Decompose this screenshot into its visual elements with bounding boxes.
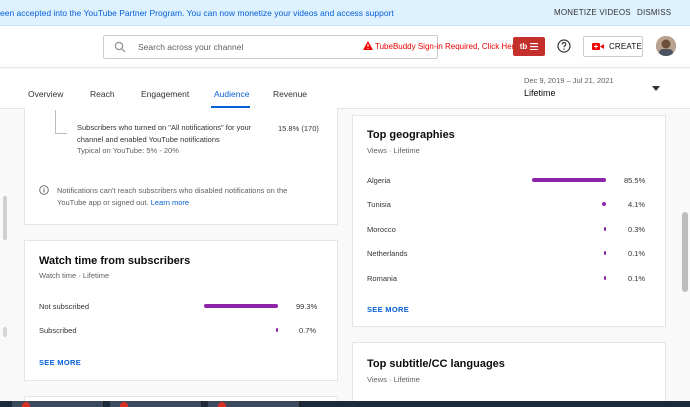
geo-row-label: Netherlands: [367, 249, 408, 258]
tab-engagement[interactable]: Engagement: [141, 89, 189, 99]
subtitles-title: Top subtitle/CC languages: [367, 358, 505, 370]
geo-row-bar: [604, 227, 606, 231]
geo-row-bar: [604, 251, 606, 255]
tree-connector: [55, 110, 67, 134]
watch-row-bar: [276, 328, 278, 332]
tubebuddy-menu-button[interactable]: tb: [513, 37, 545, 56]
watch-time-subtitle: Watch time · Lifetime: [39, 271, 110, 280]
avatar[interactable]: [656, 36, 676, 56]
tab-overview[interactable]: Overview: [28, 89, 63, 99]
chrome-icon: [218, 402, 226, 407]
date-period[interactable]: Lifetime: [524, 88, 556, 98]
tab-audience[interactable]: Audience: [214, 89, 249, 99]
left-panel-scrollbar[interactable]: [3, 196, 7, 240]
notifications-typical: Typical on YouTube: 5% - 20%: [77, 146, 179, 155]
create-button[interactable]: CREATE: [583, 36, 643, 57]
avatar-image: [656, 36, 676, 56]
search-icon: [114, 41, 126, 53]
chrome-icon: [22, 402, 30, 407]
partner-program-banner: een accepted into the YouTube Partner Pr…: [0, 0, 690, 26]
tubebuddy-warning-text: TubeBuddy Sign-in Required, Click Here: [375, 42, 519, 51]
date-range[interactable]: Dec 9, 2019 – Jul 21, 2021: [524, 76, 614, 85]
watch-row-bar: [204, 304, 278, 308]
geo-row-bar: [604, 276, 606, 280]
geo-row-value: 4.1%: [628, 200, 646, 209]
geo-row-label: Algeria: [367, 176, 391, 185]
notifications-description: Subscribers who turned on "All notificat…: [77, 122, 262, 157]
dismiss-button[interactable]: DISMISS: [637, 8, 671, 17]
geo-row-label: Morocco: [367, 225, 396, 234]
video-camera-icon: [592, 43, 604, 50]
watch-time-title: Watch time from subscribers: [39, 255, 191, 267]
notifications-text: Subscribers who turned on "All notificat…: [77, 123, 252, 144]
tubebuddy-logo: tb: [519, 42, 528, 51]
watch-row-label: Subscribed: [39, 326, 77, 335]
geo-row-value: 0.1%: [628, 249, 646, 258]
geographies-title: Top geographies: [367, 129, 455, 141]
info-icon: [39, 185, 49, 195]
tab-revenue[interactable]: Revenue: [273, 89, 307, 99]
geo-row-value: 0.1%: [628, 274, 646, 283]
geo-row-label: Romania: [367, 274, 398, 283]
banner-message: een accepted into the YouTube Partner Pr…: [0, 8, 394, 18]
monetize-videos-button[interactable]: MONETIZE VIDEOS: [554, 8, 631, 17]
chevron-down-icon[interactable]: [652, 86, 660, 91]
geo-row-value: 0.3%: [628, 225, 646, 234]
tubebuddy-warning-link[interactable]: TubeBuddy Sign-in Required, Click Here: [363, 41, 519, 51]
subtitles-subtitle: Views · Lifetime: [367, 375, 420, 384]
chrome-icon: [120, 402, 128, 407]
watch-row-label: Not subscribed: [39, 302, 90, 311]
geographies-subtitle: Views · Lifetime: [367, 146, 420, 155]
tab-reach[interactable]: Reach: [90, 89, 115, 99]
learn-more-link[interactable]: Learn more: [151, 198, 189, 207]
watch-row-value: 0.7%: [299, 326, 317, 335]
geo-row-label: Tunisia: [367, 200, 391, 209]
help-icon[interactable]: [557, 39, 571, 53]
left-panel-scroll-marker: [3, 327, 7, 337]
main-scrollbar[interactable]: [682, 212, 688, 292]
geo-row-bar: [532, 178, 606, 182]
watch-row-value: 99.3%: [296, 302, 318, 311]
geographies-see-more-button[interactable]: SEE MORE: [367, 305, 409, 314]
notifications-value: 15.8% (170): [278, 124, 319, 133]
analytics-tabs: Overview Reach Engagement Audience Reven…: [0, 69, 690, 109]
watch-time-see-more-button[interactable]: SEE MORE: [39, 358, 81, 367]
menu-icon: [530, 43, 539, 50]
geo-row-value: 85.5%: [624, 176, 646, 185]
notifications-info: Notifications can't reach subscribers wh…: [57, 185, 317, 209]
create-label: CREATE: [608, 42, 642, 51]
geo-row-bar: [602, 202, 606, 206]
top-bar: TubeBuddy Sign-in Required, Click Here t…: [0, 26, 690, 68]
warning-icon: [363, 41, 373, 50]
